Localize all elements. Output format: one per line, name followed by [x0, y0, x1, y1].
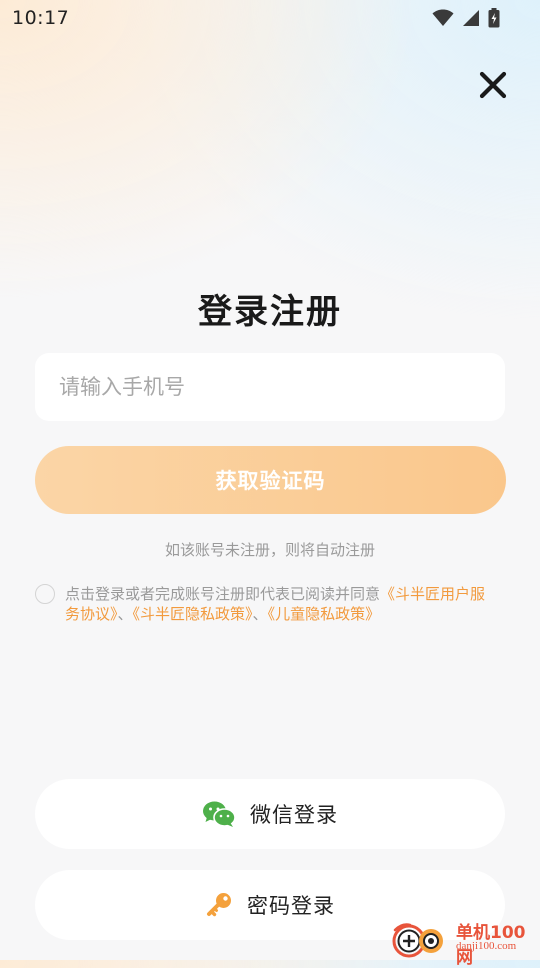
agreement-checkbox[interactable] [35, 584, 55, 604]
page-title: 登录注册 [198, 292, 342, 332]
watermark-logo-icon [392, 923, 443, 958]
child-privacy-policy-link[interactable]: 《儿童隐私政策》 [268, 605, 381, 623]
privacy-policy-link[interactable]: 《斗半匠隐私政策》 [133, 605, 253, 623]
agreement-separator: 、 [252, 605, 268, 623]
status-icons [432, 8, 500, 28]
agreement-text: 点击登录或者完成账号注册即代表已阅读并同意《斗半匠用户服务协议》、《斗半匠隐私政… [65, 584, 497, 624]
agreement-prefix: 点击登录或者完成账号注册即代表已阅读并同意 [65, 585, 381, 603]
get-code-button[interactable]: 获取验证码 [35, 446, 506, 514]
wechat-icon [203, 801, 236, 827]
watermark-domain: danji100.com [456, 940, 517, 952]
watermark: 单机100网 danji100.com [388, 914, 538, 968]
close-icon [479, 71, 507, 99]
phone-input[interactable] [35, 353, 505, 421]
password-login-label: 密码登录 [247, 894, 335, 918]
wechat-login-label: 微信登录 [250, 803, 338, 827]
signal-icon [463, 10, 479, 26]
close-button[interactable] [476, 68, 510, 102]
auto-register-hint: 如该账号未注册，则将自动注册 [164, 541, 375, 559]
status-time: 10:17 [12, 7, 70, 29]
agreement-separator: 、 [117, 605, 133, 623]
wifi-icon [432, 9, 454, 26]
wechat-login-button[interactable]: 微信登录 [35, 779, 505, 849]
battery-charging-icon [488, 8, 500, 28]
key-icon [207, 893, 231, 917]
status-bar: 10:17 [0, 0, 540, 38]
